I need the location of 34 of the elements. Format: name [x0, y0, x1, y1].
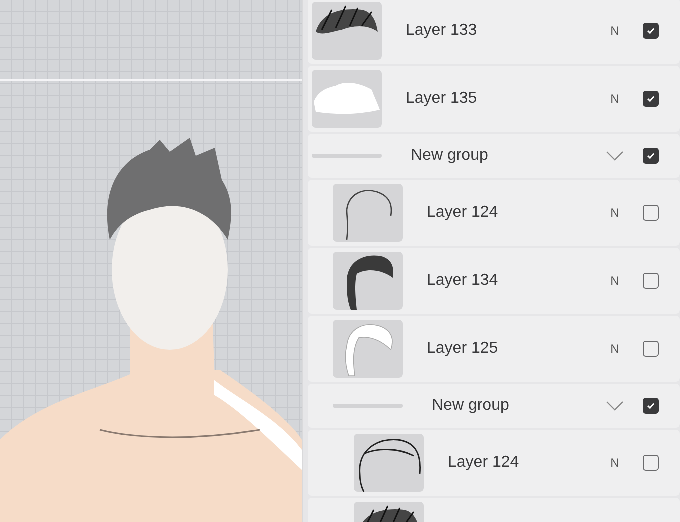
group-name: New group — [411, 147, 490, 165]
blend-mode[interactable]: N — [607, 24, 623, 38]
chevron-icon[interactable] — [606, 400, 624, 412]
blend-mode[interactable]: N — [607, 92, 623, 106]
visibility-checkbox[interactable] — [643, 205, 659, 221]
blend-mode[interactable]: N — [607, 274, 623, 288]
layer-thumbnail[interactable] — [312, 2, 382, 60]
layer-thumbnail[interactable] — [312, 70, 382, 128]
layer-thumbnail[interactable] — [333, 184, 403, 242]
layer-name: Layer 133 — [406, 22, 478, 40]
layer-name: Layer 124 — [427, 204, 500, 222]
blend-mode[interactable]: N — [607, 342, 623, 356]
blend-mode[interactable]: N — [607, 456, 623, 470]
visibility-checkbox[interactable] — [643, 398, 659, 414]
layer-thumbnail[interactable] — [333, 320, 403, 378]
layer-name: Layer 125 — [427, 340, 500, 358]
check-icon — [646, 151, 656, 161]
layer-name: Layer 124 — [448, 454, 520, 472]
visibility-checkbox[interactable] — [643, 455, 659, 471]
visibility-checkbox[interactable] — [643, 341, 659, 357]
layer-name: Layer 134 — [427, 272, 500, 290]
layer-thumbnail[interactable] — [354, 434, 424, 492]
check-icon — [646, 401, 656, 411]
check-icon — [646, 94, 656, 104]
chevron-icon[interactable] — [606, 150, 624, 162]
visibility-checkbox[interactable] — [643, 273, 659, 289]
blend-mode[interactable]: N — [607, 206, 623, 220]
visibility-checkbox[interactable] — [643, 148, 659, 164]
visibility-checkbox[interactable] — [643, 23, 659, 39]
check-icon — [646, 26, 656, 36]
visibility-checkbox[interactable] — [643, 91, 659, 107]
layer-name: Layer 135 — [406, 90, 478, 108]
layer-thumbnail[interactable] — [333, 252, 403, 310]
group-name: New group — [432, 397, 510, 415]
